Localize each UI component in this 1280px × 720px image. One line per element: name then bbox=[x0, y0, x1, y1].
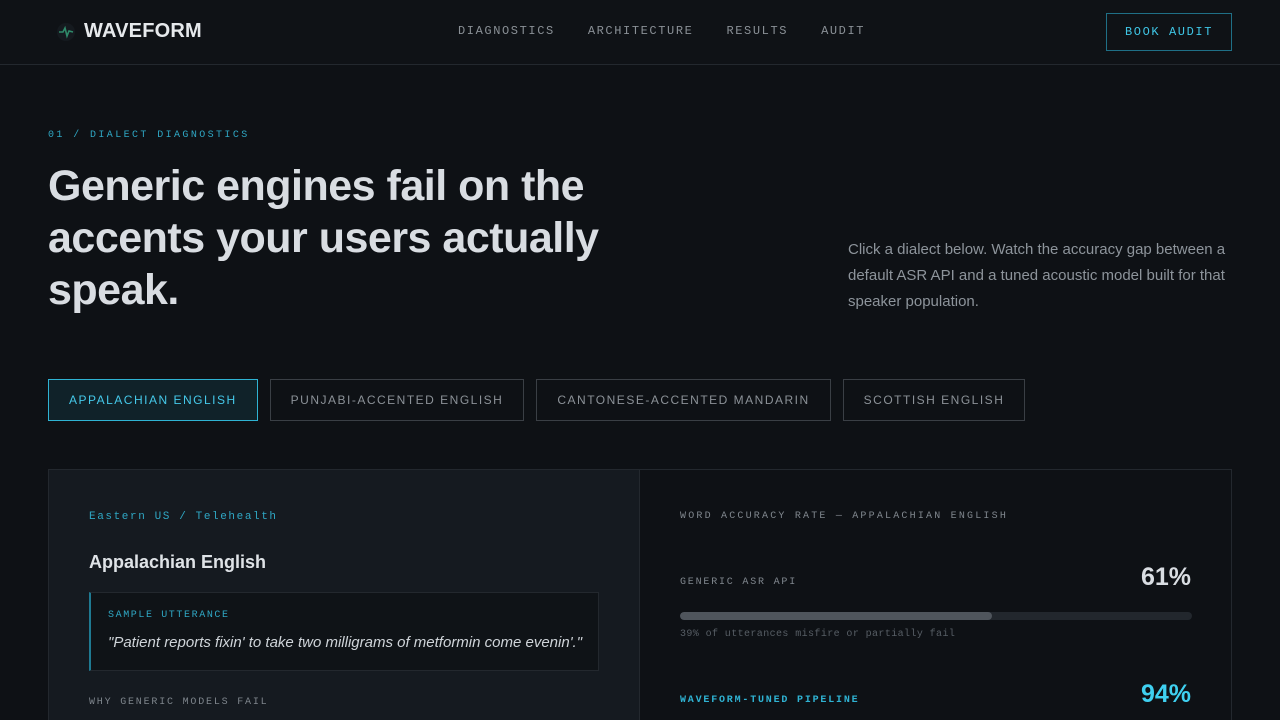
accuracy-title: WORD ACCURACY RATE — APPALACHIAN ENGLISH bbox=[680, 511, 1009, 522]
generic-asr-label: GENERIC ASR API bbox=[680, 577, 798, 588]
tuned-pipeline-value: 94% bbox=[1140, 680, 1191, 708]
nav-item-architecture[interactable]: ARCHITECTURE bbox=[588, 24, 694, 38]
dialect-tabs: APPALACHIAN ENGLISH PUNJABI-ACCENTED ENG… bbox=[48, 379, 1037, 421]
utterance-label: SAMPLE UTTERANCE bbox=[108, 610, 230, 621]
book-audit-button[interactable]: BOOK AUDIT bbox=[1106, 13, 1232, 51]
generic-asr-value: 61% bbox=[1140, 563, 1191, 591]
main-nav: DIAGNOSTICS ARCHITECTURE RESULTS AUDIT bbox=[458, 24, 898, 38]
generic-asr-bar-fill bbox=[680, 612, 993, 620]
generic-asr-note: 39% of utterances misfire or partially f… bbox=[680, 629, 956, 640]
intro-text: Click a dialect below. Watch the accurac… bbox=[848, 241, 1226, 310]
section-eyebrow: 01 / DIALECT DIAGNOSTICS bbox=[48, 130, 250, 141]
dialect-name: Appalachian English bbox=[89, 552, 267, 572]
page-title: Generic engines fail on the accents your… bbox=[48, 162, 599, 314]
why-generic-fail-heading: WHY GENERIC MODELS FAIL bbox=[89, 697, 269, 708]
dialect-detail: Eastern US / Telehealth Appalachian Engl… bbox=[48, 469, 1232, 720]
brand-logo[interactable]: WAVEFORM bbox=[56, 20, 202, 43]
generic-asr-bar bbox=[680, 612, 1192, 620]
site-header: WAVEFORM DIAGNOSTICS ARCHITECTURE RESULT… bbox=[0, 0, 1280, 65]
tab-appalachian-english[interactable]: APPALACHIAN ENGLISH bbox=[48, 379, 258, 421]
nav-item-diagnostics[interactable]: DIAGNOSTICS bbox=[458, 24, 555, 38]
tab-cantonese-accented-mandarin[interactable]: CANTONESE-ACCENTED MANDARIN bbox=[536, 379, 831, 421]
nav-item-audit[interactable]: AUDIT bbox=[821, 24, 865, 38]
tab-scottish-english[interactable]: SCOTTISH ENGLISH bbox=[842, 379, 1026, 421]
dialect-region: Eastern US / Telehealth bbox=[89, 511, 278, 523]
sample-utterance-card: SAMPLE UTTERANCE "Patient reports fixin'… bbox=[89, 592, 599, 671]
nav-item-results[interactable]: RESULTS bbox=[726, 24, 788, 38]
dialect-info-panel: Eastern US / Telehealth Appalachian Engl… bbox=[49, 470, 640, 720]
tab-punjabi-accented-english[interactable]: PUNJABI-ACCENTED ENGLISH bbox=[269, 379, 525, 421]
accuracy-panel: WORD ACCURACY RATE — APPALACHIAN ENGLISH… bbox=[640, 470, 1231, 720]
utterance-text: "Patient reports fixin' to take two mill… bbox=[108, 634, 583, 651]
brand-name: WAVEFORM bbox=[84, 20, 202, 42]
tuned-pipeline-label: WAVEFORM-TUNED PIPELINE bbox=[680, 695, 860, 706]
waveform-logo-icon bbox=[56, 22, 76, 42]
